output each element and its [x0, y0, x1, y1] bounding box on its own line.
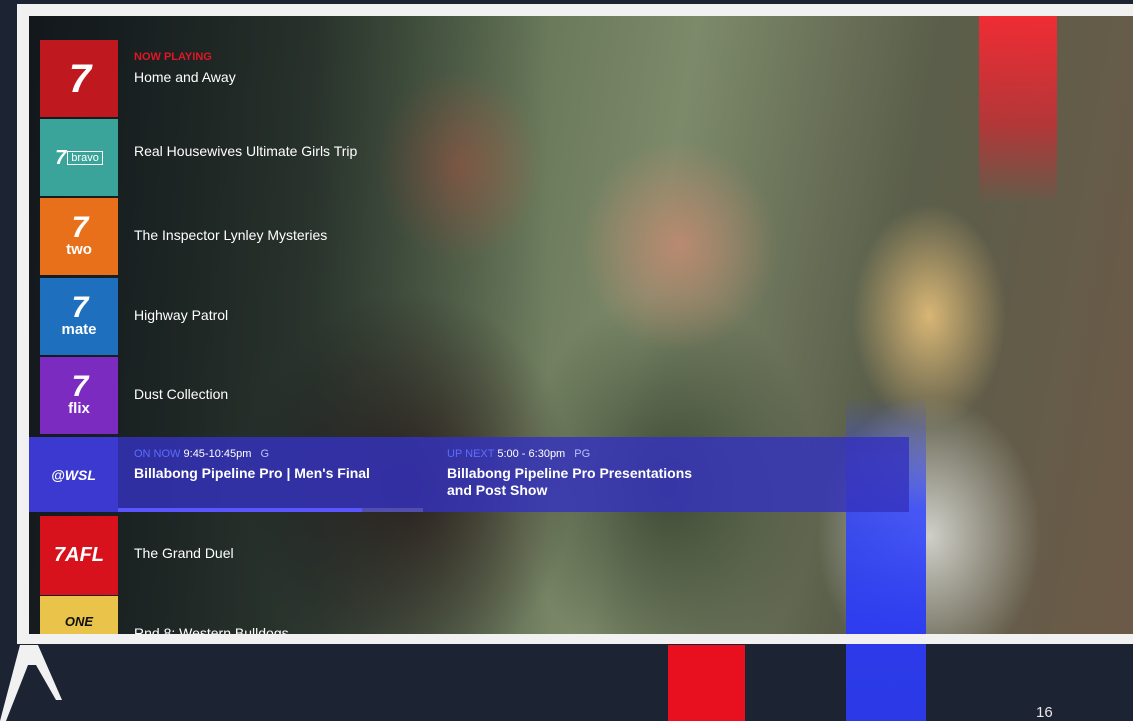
channel-subname: mate [61, 321, 97, 338]
channel-row-7flix[interactable]: 7 flix Dust Collection [29, 357, 1133, 436]
wsl-logo-text: @WSL [51, 466, 96, 483]
channel-subname: two [66, 241, 92, 258]
channel-row-7two[interactable]: 7 two The Inspector Lynley Mysteries [29, 198, 1133, 277]
channel-7-logo: 7 [40, 40, 118, 117]
seven-logo-glyph: 7 [71, 370, 89, 403]
program-title: Rnd 8: Western Bulldogs [134, 625, 289, 634]
decorative-red-block [668, 645, 745, 721]
program-title: Home and Away [134, 69, 236, 85]
on-now-meta: ON NOW 9:45-10:45pm G [134, 448, 269, 460]
seven-logo-glyph: 7 [71, 211, 89, 244]
program-progress-fill [118, 508, 362, 512]
tv-frame: 7 NOW PLAYING Home and Away 7 bravo Real… [17, 4, 1133, 644]
channel-row-7afl[interactable]: 7AFL The Grand Duel [29, 516, 1133, 595]
up-next-rating: PG [574, 448, 591, 460]
channel-7afl-logo: 7AFL [40, 516, 118, 595]
tv-stand [0, 645, 62, 721]
channel-7bravo-logo: 7 bravo [40, 119, 118, 196]
channel-subname: flix [68, 400, 90, 417]
seven-logo-glyph: 7 [55, 146, 66, 169]
seven-logo-glyph: 7 [68, 56, 91, 101]
program-title: The Grand Duel [134, 545, 234, 561]
channel-row-wsl-active[interactable]: @WSL ON NOW 9:45-10:45pm G Billabong Pip… [29, 437, 909, 512]
channel-row-7[interactable]: 7 NOW PLAYING Home and Away [29, 40, 1133, 119]
program-progress-bar [118, 508, 423, 512]
wsl-logo: @WSL [29, 437, 118, 512]
up-next-time: 5:00 - 6:30pm [497, 448, 566, 460]
channel-7flix-logo: 7 flix [40, 357, 118, 434]
up-next-title[interactable]: Billabong Pipeline Pro Presentations and… [447, 465, 707, 499]
page-number: 16 [1036, 704, 1053, 721]
channel-7mate-logo: 7 mate [40, 278, 118, 355]
on-now-label: ON NOW [134, 448, 181, 460]
program-title: Real Housewives Ultimate Girls Trip [134, 143, 358, 159]
program-title: The Inspector Lynley Mysteries [134, 227, 328, 243]
7afl-logo-text: 7AFL [54, 544, 104, 566]
channel-one-logo: ONE [40, 596, 118, 634]
program-title: Highway Patrol [134, 307, 229, 323]
on-now-title[interactable]: Billabong Pipeline Pro | Men's Final [134, 465, 370, 482]
bravo-wordmark: bravo [67, 150, 103, 165]
tv-screen: 7 NOW PLAYING Home and Away 7 bravo Real… [29, 16, 1133, 634]
channel-row-one[interactable]: ONE Rnd 8: Western Bulldogs [29, 596, 1133, 634]
channel-row-7bravo[interactable]: 7 bravo Real Housewives Ultimate Girls T… [29, 119, 1133, 198]
on-now-time: 9:45-10:45pm [183, 448, 252, 460]
one-logo-text: ONE [64, 614, 94, 629]
seven-logo-glyph: 7 [71, 291, 89, 324]
now-playing-label: NOW PLAYING [134, 51, 212, 63]
channel-row-7mate[interactable]: 7 mate Highway Patrol [29, 278, 1133, 357]
up-next-label: UP NEXT [447, 448, 495, 460]
on-now-rating: G [260, 448, 270, 460]
channel-7two-logo: 7 two [40, 198, 118, 275]
up-next-meta: UP NEXT 5:00 - 6:30pm PG [447, 448, 590, 460]
program-title: Dust Collection [134, 386, 229, 402]
